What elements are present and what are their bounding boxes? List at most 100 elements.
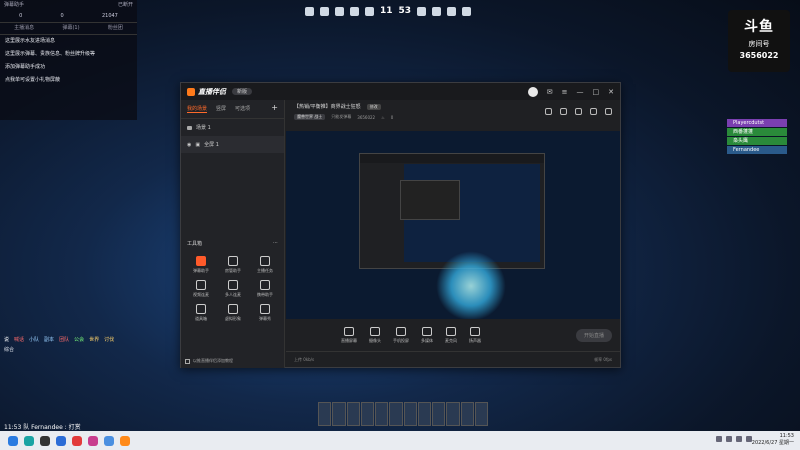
chat-channel[interactable]: 副本	[44, 336, 54, 343]
mail-icon[interactable]	[447, 6, 457, 16]
action-slot[interactable]	[432, 402, 446, 426]
checkbox[interactable]	[185, 358, 190, 364]
scene-item[interactable]: 场景 1	[181, 119, 284, 136]
map-icon[interactable]	[365, 6, 374, 16]
chat-channel[interactable]: 公会	[74, 336, 84, 343]
guild-icon[interactable]	[335, 6, 344, 16]
danmaku-tab[interactable]: 弹幕(1)	[62, 25, 79, 32]
chat-channel[interactable]: 小队	[29, 336, 39, 343]
action-slot[interactable]	[446, 402, 460, 426]
app-icon[interactable]	[40, 435, 50, 446]
tab-my-scenes[interactable]: 我的场景	[187, 105, 208, 113]
danmaku-message: 点我单可设置小礼物屏蔽	[5, 77, 61, 83]
mail-icon[interactable]: ✉	[547, 88, 553, 96]
tool-props[interactable]: 道具箱	[185, 304, 217, 322]
shop-icon[interactable]	[432, 6, 442, 16]
chat-channel[interactable]: 喊话	[14, 336, 24, 343]
action-slot[interactable]	[318, 402, 332, 426]
tool-room-admin[interactable]: 房管助手	[217, 256, 249, 274]
app-icon[interactable]	[56, 435, 66, 446]
party-member[interactable]: Playercdutst	[727, 119, 787, 127]
tool-video-link[interactable]: 视频连麦	[185, 280, 217, 298]
rank-icon[interactable]	[560, 108, 567, 115]
action-slot[interactable]	[332, 402, 346, 426]
close-icon[interactable]: ✕	[608, 88, 614, 96]
screen: 11 53 弹幕助手 已断开 0 0 21047 主播消息 弹幕(1) 粉丝团 …	[0, 0, 800, 450]
home-icon[interactable]	[417, 6, 427, 16]
action-slot[interactable]	[417, 402, 431, 426]
app-icon[interactable]	[24, 435, 34, 446]
microphone-button[interactable]: 麦克风	[445, 326, 457, 344]
action-slot[interactable]	[360, 402, 374, 426]
tool-danmaku[interactable]: 弹幕助手	[185, 256, 217, 274]
action-slot[interactable]	[346, 402, 360, 426]
version-badge[interactable]: 新版	[232, 88, 253, 95]
start-stream-button[interactable]: 开始直播	[575, 328, 612, 342]
danmaku-tab[interactable]: 主播消息	[14, 25, 34, 32]
tool-danmaku-show[interactable]: 弹幕秀	[249, 304, 281, 322]
lock-icon[interactable]: ▣	[195, 142, 200, 148]
stream-preview[interactable]	[286, 131, 620, 319]
add-scene-icon[interactable]: +	[271, 104, 278, 113]
party-member[interactable]: Fernandee	[727, 146, 787, 154]
room-category[interactable]: 魔兽世界 战士	[294, 114, 326, 120]
streamer-app-taskbar-icon[interactable]	[120, 435, 130, 446]
action-slot[interactable]	[460, 402, 474, 426]
chat-channel[interactable]: 说	[4, 336, 9, 343]
social-icon[interactable]	[320, 6, 329, 16]
tab-vertical[interactable]: 竖屏	[216, 105, 226, 113]
camera-button[interactable]: 摄像头	[369, 326, 381, 344]
danmaku-tab[interactable]: 粉丝团	[108, 25, 123, 32]
chat-channel[interactable]: 世界	[89, 336, 99, 343]
tool-avatar[interactable]: 虚拟形象	[217, 304, 249, 322]
gift-icon[interactable]	[545, 108, 552, 115]
tab-options[interactable]: 可选项	[235, 105, 250, 113]
action-slot[interactable]	[375, 402, 389, 426]
phone-cast-button[interactable]: 手机投屏	[393, 326, 409, 344]
tool-carry[interactable]: 携带助手	[249, 280, 281, 298]
tool-multi-link[interactable]: 多人连麦	[217, 280, 249, 298]
app-name: 直播伴侣	[198, 87, 226, 96]
speaker-button[interactable]: 扬声器	[469, 326, 481, 344]
menu-icon[interactable]: ≡	[562, 88, 568, 96]
tools-more-icon[interactable]: ⋯	[273, 240, 278, 247]
avatar[interactable]	[527, 86, 538, 97]
share-icon[interactable]	[605, 108, 612, 115]
eye-icon[interactable]: ◉	[187, 142, 191, 148]
screen-capture-button[interactable]: 直播屏幕	[341, 326, 357, 344]
tool-tasks[interactable]: 主播任务	[249, 256, 281, 274]
minimize-icon[interactable]: —	[577, 88, 584, 96]
character-icon[interactable]	[305, 6, 314, 16]
bell-icon[interactable]	[590, 108, 597, 115]
danmaku-stat: 0	[19, 13, 23, 19]
microphone-icon	[446, 326, 456, 336]
app-icon[interactable]	[104, 435, 114, 446]
action-slot[interactable]	[389, 402, 403, 426]
chat-last-line: 11:53 队 Fernandee : 打赏	[4, 424, 81, 431]
maximize-icon[interactable]: □	[593, 88, 600, 96]
tray-icon[interactable]	[736, 436, 742, 442]
chat-channel[interactable]: 团队	[59, 336, 69, 343]
media-button[interactable]: 多媒体	[421, 326, 433, 344]
windows-start-icon[interactable]	[8, 435, 18, 446]
app-icon[interactable]	[72, 435, 82, 446]
app-logo: 直播伴侣	[187, 87, 226, 97]
action-slot[interactable]	[474, 402, 488, 426]
pet-icon[interactable]	[462, 6, 472, 16]
action-slot[interactable]	[403, 402, 417, 426]
settings-icon[interactable]	[575, 108, 582, 115]
tool-label: 视频连麦	[193, 292, 209, 297]
tray-icon[interactable]	[716, 436, 722, 442]
party-member[interactable]: 西番蓬蓬	[727, 128, 787, 136]
edit-title-button[interactable]: 修改	[366, 103, 381, 110]
clock[interactable]: 11:53 2022/6/27 星期一	[752, 433, 794, 447]
scene-item[interactable]: ◉ ▣ 全屏 1	[181, 136, 284, 153]
action-bar	[318, 402, 488, 426]
spellbook-icon[interactable]	[350, 6, 359, 16]
app-icon[interactable]	[88, 435, 98, 446]
chat-input-label[interactable]: 综合	[4, 346, 174, 353]
party-member[interactable]: 枭头鹰	[727, 137, 787, 145]
tutorial-toggle[interactable]: 以推直播伴侣添加教程	[185, 358, 233, 364]
tray-icon[interactable]	[726, 436, 732, 442]
chat-channel[interactable]: 讨伐	[104, 336, 114, 343]
